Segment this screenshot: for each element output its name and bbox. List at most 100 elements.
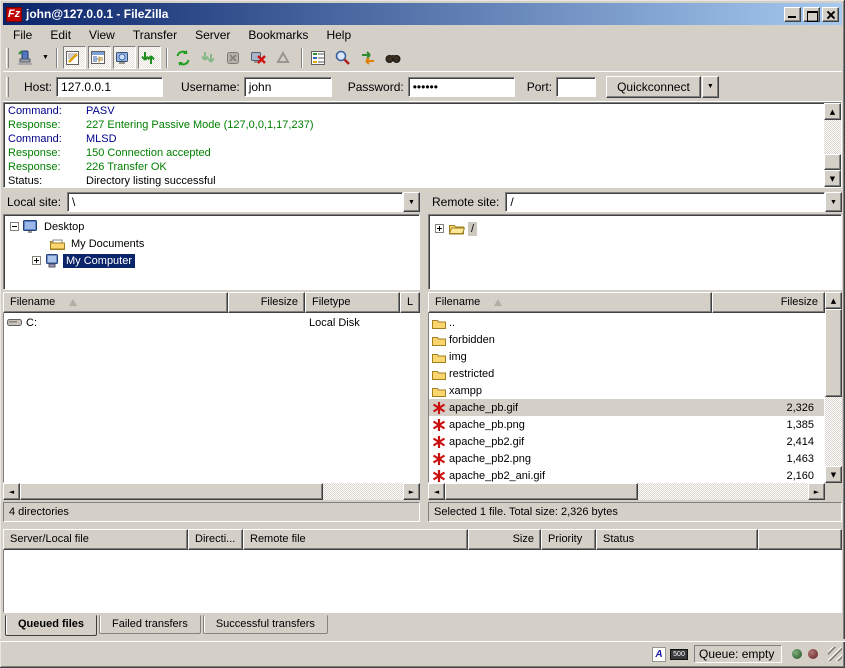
- column-filename[interactable]: Filename: [3, 292, 228, 313]
- remote-list-scrollbar[interactable]: ▲ ▼: [825, 292, 842, 483]
- tree-item-my-computer[interactable]: My Computer: [10, 252, 419, 269]
- menu-transfer[interactable]: Transfer: [124, 26, 186, 44]
- queue-list[interactable]: [3, 550, 842, 613]
- site-manager-dropdown[interactable]: ▼: [39, 47, 52, 68]
- remote-file-row[interactable]: apache_pb2.png1,463: [429, 450, 824, 467]
- site-manager-button[interactable]: [15, 46, 38, 69]
- tree-item-my-documents[interactable]: My Documents: [10, 235, 419, 252]
- scroll-track[interactable]: [323, 483, 403, 500]
- tree-item-root[interactable]: /: [435, 220, 841, 237]
- expand-icon[interactable]: [435, 224, 444, 233]
- remote-file-row[interactable]: apache_pb.png1,385: [429, 416, 824, 433]
- scroll-left-icon[interactable]: ◄: [3, 483, 20, 500]
- remote-list-hscrollbar[interactable]: ◄ ►: [428, 483, 825, 500]
- toolbar-grip[interactable]: [6, 48, 9, 68]
- scroll-up-icon[interactable]: ▲: [824, 103, 841, 120]
- expand-icon[interactable]: [32, 256, 41, 265]
- find-files-button[interactable]: [383, 46, 406, 69]
- scroll-thumb[interactable]: [825, 309, 842, 397]
- column-filesize[interactable]: Filesize: [712, 292, 825, 313]
- column-remote-file[interactable]: Remote file: [243, 529, 468, 550]
- scroll-track[interactable]: [825, 397, 842, 466]
- password-input[interactable]: ••••••: [408, 77, 515, 97]
- column-status[interactable]: Status: [596, 529, 758, 550]
- remote-file-row[interactable]: ..: [429, 314, 824, 331]
- remote-file-row-selected[interactable]: apache_pb.gif2,326: [429, 399, 824, 416]
- refresh-button[interactable]: [173, 46, 196, 69]
- minimize-button[interactable]: [784, 7, 801, 22]
- process-queue-button[interactable]: [198, 46, 221, 69]
- maximize-button[interactable]: [803, 7, 820, 22]
- scroll-up-icon[interactable]: ▲: [825, 292, 842, 309]
- close-button[interactable]: [822, 7, 839, 22]
- column-filename[interactable]: Filename: [428, 292, 712, 313]
- collapse-icon[interactable]: [10, 222, 19, 231]
- directory-comparison-button[interactable]: [333, 46, 356, 69]
- tab-failed-transfers[interactable]: Failed transfers: [99, 615, 201, 634]
- scroll-thumb[interactable]: [20, 483, 323, 500]
- remote-file-row[interactable]: restricted: [429, 365, 824, 382]
- toggle-queue-button[interactable]: [138, 46, 161, 69]
- scroll-thumb[interactable]: [824, 154, 841, 170]
- remote-site-combo[interactable]: /: [505, 192, 825, 212]
- toggle-log-view-button[interactable]: [63, 46, 86, 69]
- remote-site-dropdown[interactable]: ▼: [825, 192, 842, 212]
- menu-bookmarks[interactable]: Bookmarks: [239, 26, 317, 44]
- scroll-down-icon[interactable]: ▼: [825, 466, 842, 483]
- local-site-dropdown[interactable]: ▼: [403, 192, 420, 212]
- column-server-local-file[interactable]: Server/Local file: [3, 529, 188, 550]
- scroll-thumb[interactable]: [445, 483, 638, 500]
- local-site-combo[interactable]: \: [67, 192, 403, 212]
- scroll-right-icon[interactable]: ►: [808, 483, 825, 500]
- menu-help[interactable]: Help: [317, 26, 360, 44]
- column-priority[interactable]: Priority: [541, 529, 596, 550]
- reconnect-button[interactable]: [273, 46, 296, 69]
- tab-successful-transfers[interactable]: Successful transfers: [203, 615, 328, 634]
- column-filetype[interactable]: Filetype: [305, 292, 400, 313]
- remote-file-list[interactable]: .. forbidden img restricted xampp apache…: [428, 313, 825, 483]
- menu-server[interactable]: Server: [186, 26, 239, 44]
- log-scrollbar[interactable]: ▲ ▼: [824, 103, 841, 187]
- local-file-list[interactable]: C: Local Disk: [3, 313, 420, 483]
- column-size[interactable]: Size: [468, 529, 541, 550]
- remote-file-row[interactable]: img: [429, 348, 824, 365]
- toggle-remote-tree-button[interactable]: [113, 46, 136, 69]
- title-bar[interactable]: Fz john@127.0.0.1 - FileZilla: [3, 3, 842, 25]
- toggle-local-tree-button[interactable]: [88, 46, 111, 69]
- remote-file-row[interactable]: apache_pb2_ani.gif2,160: [429, 467, 824, 483]
- column-filesize[interactable]: Filesize: [228, 292, 305, 313]
- synchronized-browsing-button[interactable]: [358, 46, 381, 69]
- tree-item-desktop[interactable]: Desktop: [10, 218, 419, 235]
- remote-file-row[interactable]: apache_pb2.gif2,414: [429, 433, 824, 450]
- menu-file[interactable]: File: [4, 26, 41, 44]
- message-log[interactable]: Command:PASV Response:227 Entering Passi…: [3, 102, 842, 188]
- speed-limit-icon[interactable]: 500: [670, 649, 688, 660]
- scroll-down-icon[interactable]: ▼: [824, 170, 841, 187]
- menu-view[interactable]: View: [80, 26, 124, 44]
- transfer-type-icon[interactable]: A: [652, 647, 666, 662]
- tab-queued-files[interactable]: Queued files: [5, 615, 97, 636]
- local-list-hscrollbar[interactable]: ◄ ►: [3, 483, 420, 500]
- disconnect-button[interactable]: [248, 46, 271, 69]
- scroll-left-icon[interactable]: ◄: [428, 483, 445, 500]
- port-input[interactable]: [556, 77, 596, 97]
- filter-button[interactable]: [308, 46, 331, 69]
- scroll-track[interactable]: [638, 483, 808, 500]
- menu-edit[interactable]: Edit: [41, 26, 80, 44]
- remote-tree[interactable]: /: [428, 214, 842, 290]
- column-direction[interactable]: Directi...: [188, 529, 243, 550]
- quickconnect-button[interactable]: Quickconnect: [606, 76, 701, 98]
- local-tree[interactable]: Desktop My Documents My Computer: [3, 214, 420, 290]
- remote-file-row[interactable]: xampp: [429, 382, 824, 399]
- host-input[interactable]: 127.0.0.1: [56, 77, 163, 97]
- quickconnect-dropdown[interactable]: ▼: [702, 76, 719, 98]
- resize-grip[interactable]: [828, 647, 842, 661]
- local-file-row[interactable]: C: Local Disk: [4, 314, 419, 331]
- cancel-operation-button[interactable]: [223, 46, 246, 69]
- username-input[interactable]: john: [244, 77, 332, 97]
- scroll-track[interactable]: [824, 120, 841, 154]
- remote-file-row[interactable]: forbidden: [429, 331, 824, 348]
- column-last-modified[interactable]: L: [400, 292, 420, 313]
- scroll-right-icon[interactable]: ►: [403, 483, 420, 500]
- quickconnect-grip[interactable]: [6, 77, 9, 97]
